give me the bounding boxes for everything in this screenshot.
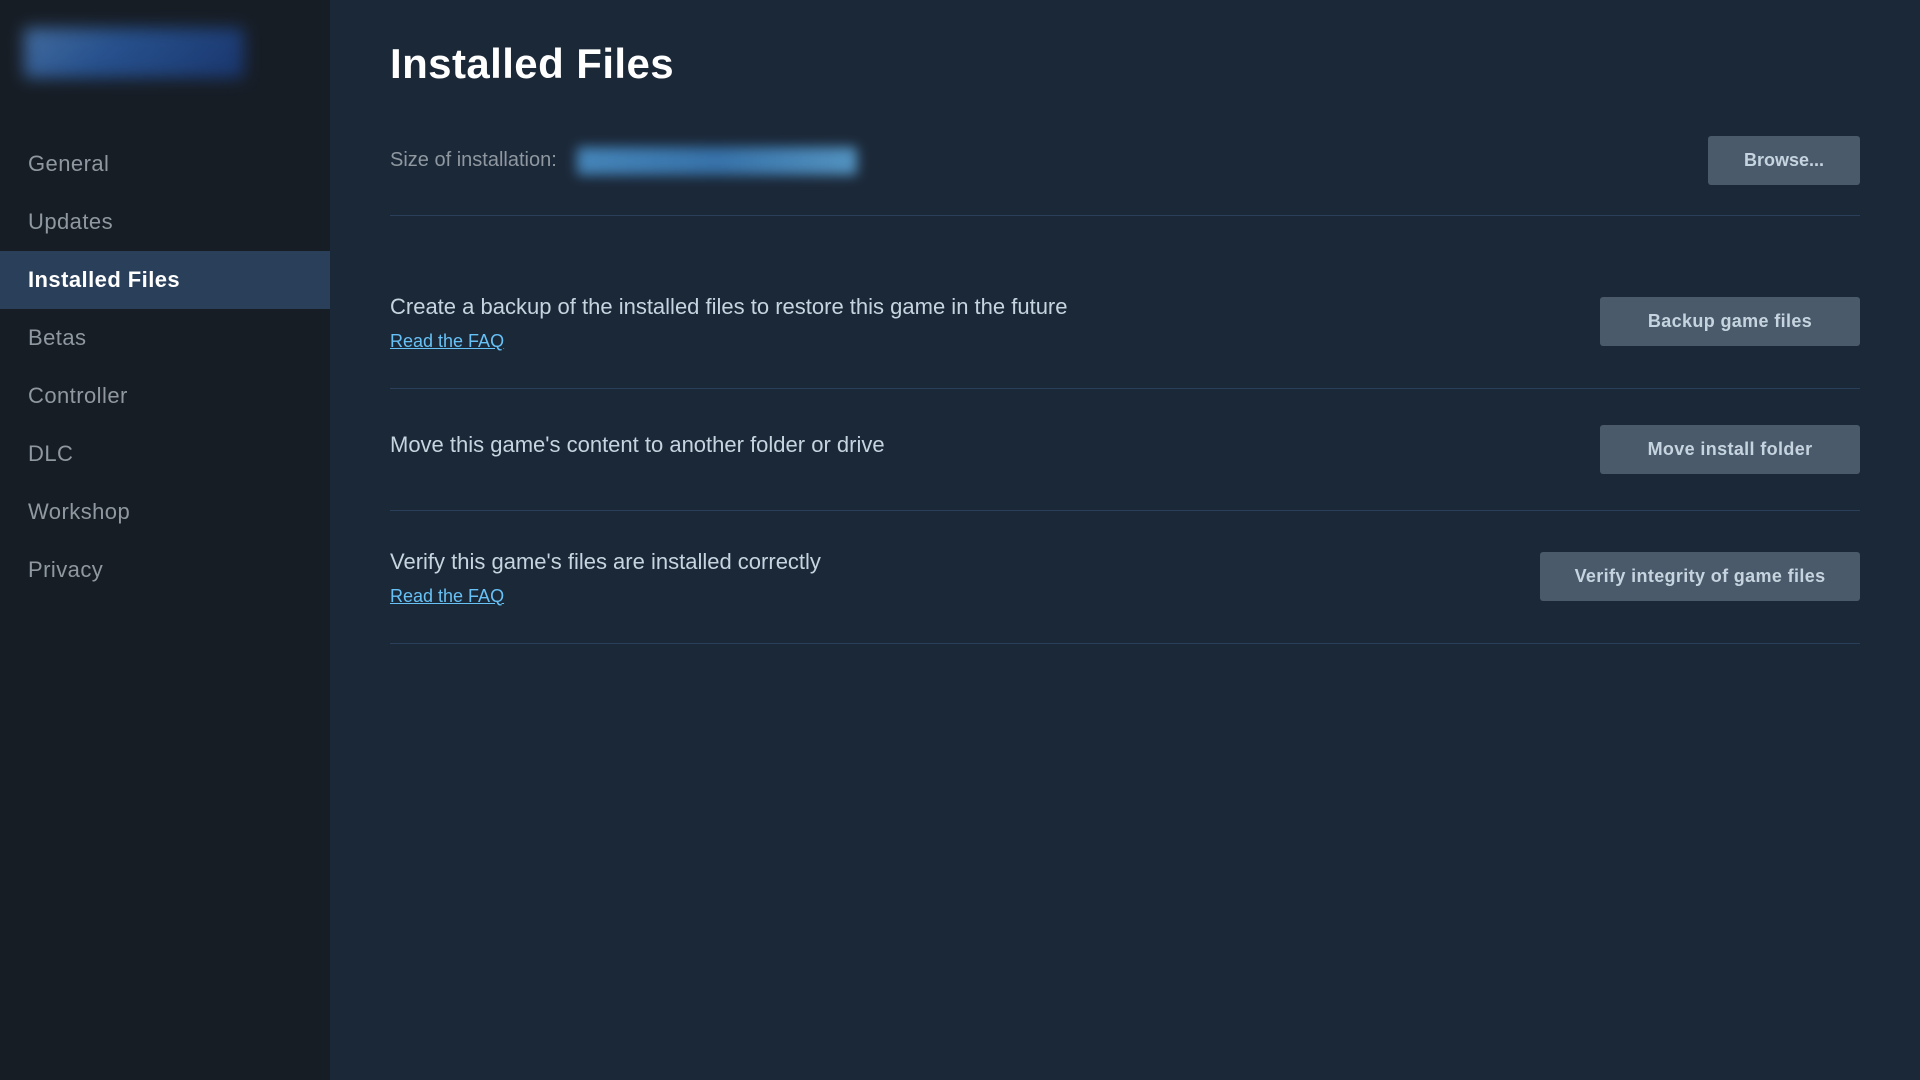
backup-row: Create a backup of the installed files t… bbox=[390, 256, 1860, 389]
main-content: Installed Files Size of installation: Br… bbox=[330, 0, 1920, 1080]
verify-row: Verify this game's files are installed c… bbox=[390, 511, 1860, 644]
backup-faq-link[interactable]: Read the FAQ bbox=[390, 331, 504, 351]
sidebar-item-updates[interactable]: Updates bbox=[0, 193, 330, 251]
sidebar-item-installed-files[interactable]: Installed Files bbox=[0, 251, 330, 309]
game-logo bbox=[0, 0, 330, 105]
verify-title: Verify this game's files are installed c… bbox=[390, 547, 1500, 578]
move-row: Move this game's content to another fold… bbox=[390, 389, 1860, 511]
verify-faq-link[interactable]: Read the FAQ bbox=[390, 586, 504, 606]
move-title: Move this game's content to another fold… bbox=[390, 430, 1560, 461]
backup-button[interactable]: Backup game files bbox=[1600, 297, 1860, 346]
size-label: Size of installation: bbox=[390, 149, 557, 172]
backup-description: Create a backup of the installed files t… bbox=[390, 292, 1600, 352]
verify-description: Verify this game's files are installed c… bbox=[390, 547, 1540, 607]
sidebar-item-dlc[interactable]: DLC bbox=[0, 425, 330, 483]
installation-size-left: Size of installation: bbox=[390, 147, 857, 175]
sidebar-item-betas[interactable]: Betas bbox=[0, 309, 330, 367]
installation-size-row: Size of installation: Browse... bbox=[390, 136, 1860, 216]
move-install-folder-button[interactable]: Move install folder bbox=[1600, 425, 1860, 474]
size-value-blurred bbox=[577, 147, 857, 175]
browse-button[interactable]: Browse... bbox=[1708, 136, 1860, 185]
move-description: Move this game's content to another fold… bbox=[390, 430, 1600, 469]
backup-title: Create a backup of the installed files t… bbox=[390, 292, 1560, 323]
sidebar-item-controller[interactable]: Controller bbox=[0, 367, 330, 425]
sidebar-item-general[interactable]: General bbox=[0, 135, 330, 193]
sidebar: General Updates Installed Files Betas Co… bbox=[0, 0, 330, 1080]
sidebar-item-privacy[interactable]: Privacy bbox=[0, 541, 330, 599]
sidebar-item-workshop[interactable]: Workshop bbox=[0, 483, 330, 541]
sidebar-nav: General Updates Installed Files Betas Co… bbox=[0, 105, 330, 599]
verify-integrity-button[interactable]: Verify integrity of game files bbox=[1540, 552, 1860, 601]
page-title: Installed Files bbox=[390, 40, 1860, 88]
game-logo-image bbox=[24, 28, 244, 78]
